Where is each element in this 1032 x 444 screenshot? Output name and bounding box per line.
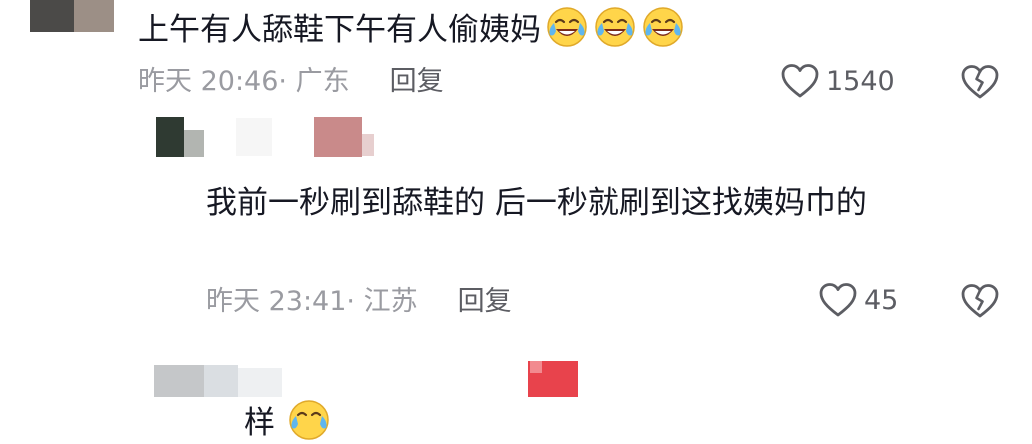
avatar-redacted[interactable] [74, 0, 114, 32]
laughing-crying-emoji-icon [595, 7, 635, 47]
comment-2-meta: 昨天 23:41· 江苏 回复 [206, 285, 512, 319]
heart-icon [781, 64, 819, 98]
laughing-crying-emoji-icon [547, 7, 587, 47]
comment-time: 昨天 20:46 [138, 66, 279, 97]
comment-3: 样 [244, 398, 331, 444]
comment-3-text: 样 [244, 405, 275, 441]
like-button[interactable]: 1540 [780, 63, 895, 99]
avatar-redacted[interactable] [204, 365, 238, 397]
comment-1: 上午有人舔鞋下午有人偷姨妈 [138, 5, 685, 51]
reply-to-avatar-redacted[interactable] [362, 134, 374, 156]
reply-button[interactable]: 回复 [458, 286, 512, 317]
comment-2-text: 我前一秒刷到舔鞋的 后一秒就刷到这找姨妈巾的 [206, 185, 867, 221]
avatar-redacted[interactable] [156, 117, 184, 157]
comment-location: 江苏 [363, 286, 418, 317]
avatar-redacted[interactable] [30, 0, 74, 32]
reply-button[interactable]: 回复 [390, 66, 444, 97]
laughing-crying-emoji-icon [289, 400, 329, 440]
meta-separator: · [278, 66, 296, 97]
broken-heart-icon[interactable] [960, 63, 1000, 101]
comment-time: 昨天 23:41 [206, 286, 347, 317]
like-count: 45 [864, 284, 899, 316]
avatar-redacted[interactable] [154, 365, 204, 397]
like-count: 1540 [826, 65, 895, 97]
reply-to-avatar-redacted[interactable] [530, 361, 542, 373]
broken-heart-icon[interactable] [960, 282, 1000, 320]
comment-location: 广东 [295, 66, 350, 97]
comment-1-meta: 昨天 20:46· 广东 回复 [138, 65, 444, 99]
comment-1-text: 上午有人舔鞋下午有人偷姨妈 [138, 12, 541, 48]
heart-icon [819, 283, 857, 317]
meta-separator: · [346, 286, 364, 317]
username-redacted[interactable] [236, 118, 272, 156]
like-button[interactable]: 45 [818, 282, 898, 318]
reply-to-avatar-redacted[interactable] [314, 117, 362, 157]
laughing-crying-emoji-icon [643, 7, 683, 47]
username-redacted[interactable] [238, 368, 282, 397]
avatar-redacted[interactable] [184, 130, 204, 157]
